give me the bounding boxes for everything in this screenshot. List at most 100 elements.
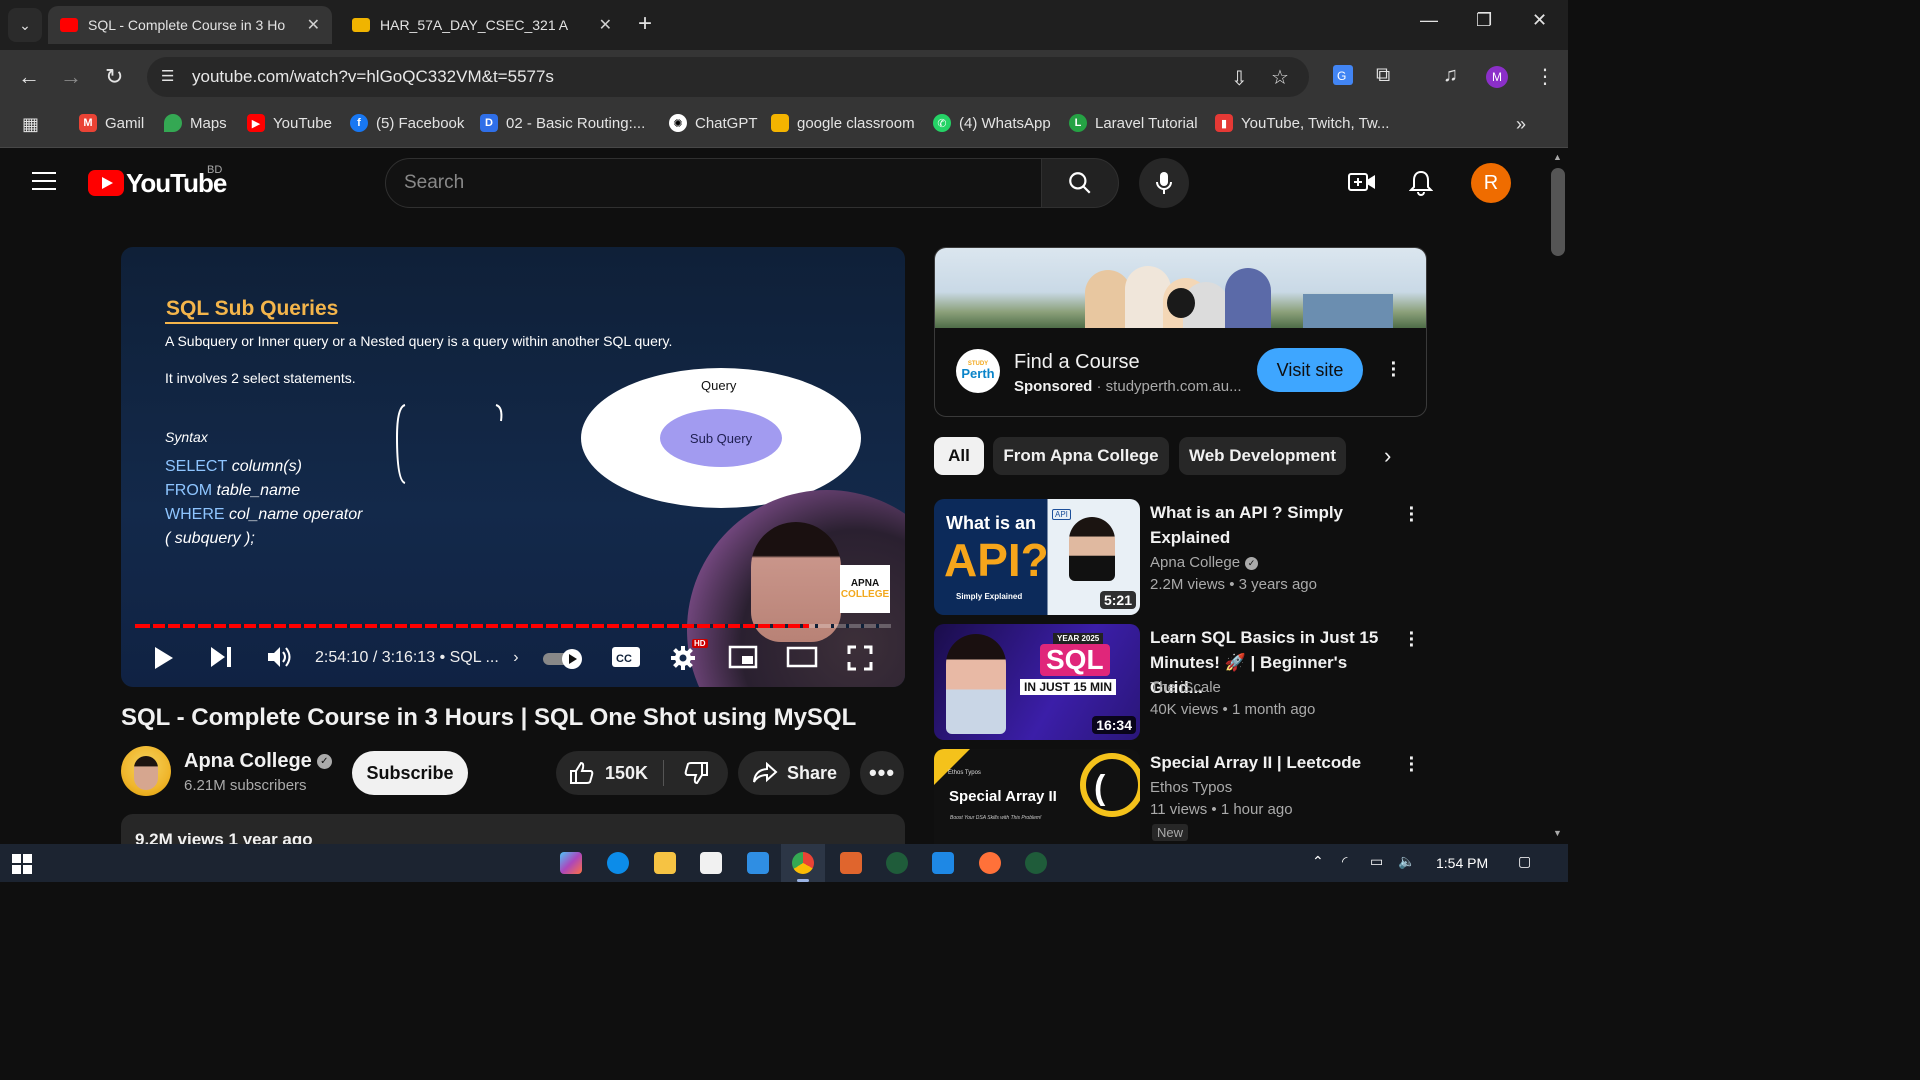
rec-channel[interactable]: The iScale bbox=[1150, 679, 1221, 696]
chrome-menu-icon[interactable]: ⋮ bbox=[1535, 64, 1555, 89]
recommendation-item[interactable]: Ethos Typos Special Array II Boost Your … bbox=[934, 749, 1434, 844]
subscribe-button[interactable]: Subscribe bbox=[352, 751, 468, 795]
copilot-icon[interactable] bbox=[560, 852, 582, 874]
close-tab-icon[interactable]: ✕ bbox=[307, 15, 320, 35]
recommendation-item[interactable]: What is an API? Simply Explained API 5:2… bbox=[934, 499, 1434, 615]
address-bar[interactable]: ☰ youtube.com/watch?v=hlGoQC332VM&t=5577… bbox=[147, 57, 1309, 97]
rec-menu-icon[interactable]: · · · bbox=[1408, 499, 1416, 531]
apps-grid-icon[interactable]: ▦ bbox=[22, 114, 39, 135]
dislike-button[interactable] bbox=[664, 751, 728, 795]
minimize-icon[interactable]: — bbox=[1420, 10, 1438, 31]
video-thumbnail[interactable]: What is an API? Simply Explained API 5:2… bbox=[934, 499, 1140, 615]
bookmark-facebook[interactable]: f (5) Facebook bbox=[350, 114, 464, 132]
captions-button[interactable]: CC bbox=[611, 645, 641, 669]
autoplay-toggle[interactable] bbox=[542, 648, 586, 670]
page-scrollbar[interactable]: ▲ ▼ bbox=[1548, 148, 1568, 844]
channel-avatar[interactable] bbox=[121, 746, 171, 796]
visit-site-button[interactable]: Visit site bbox=[1257, 348, 1363, 392]
extensions-icon[interactable]: ⧉ bbox=[1376, 64, 1390, 87]
progress-bar[interactable] bbox=[135, 624, 891, 628]
hs-app-2-icon[interactable] bbox=[1025, 852, 1047, 874]
chip-all[interactable]: All bbox=[934, 437, 984, 475]
bookmark-chatgpt[interactable]: ✺ ChatGPT bbox=[669, 114, 758, 132]
play-button[interactable] bbox=[151, 645, 175, 671]
close-tab-icon[interactable]: ✕ bbox=[599, 15, 612, 35]
chip-from-apna-college[interactable]: From Apna College bbox=[993, 437, 1169, 475]
bookmark-classroom[interactable]: google classroom bbox=[771, 114, 915, 132]
rec-title[interactable]: Special Array II | Leetcode bbox=[1150, 750, 1400, 775]
firefox-icon[interactable] bbox=[979, 852, 1001, 874]
install-app-icon[interactable]: ⇩ bbox=[1231, 66, 1248, 91]
rec-title[interactable]: What is an API ? Simply Explained bbox=[1150, 500, 1400, 550]
volume-button[interactable] bbox=[266, 645, 292, 669]
voice-search-button[interactable] bbox=[1139, 158, 1189, 208]
bookmark-gmail[interactable]: M Gamil bbox=[79, 114, 144, 132]
wifi-icon[interactable]: ◜ bbox=[1342, 853, 1347, 870]
notification-center-icon[interactable]: ▢ bbox=[1518, 853, 1531, 870]
forward-icon[interactable]: → bbox=[60, 64, 82, 90]
bookmark-basic-routing[interactable]: D 02 - Basic Routing:... bbox=[480, 114, 645, 132]
reload-icon[interactable]: ↻ bbox=[105, 64, 123, 90]
bookmark-youtube-twitch[interactable]: ▮ YouTube, Twitch, Tw... bbox=[1215, 114, 1389, 132]
url-text[interactable]: youtube.com/watch?v=hlGoQC332VM&t=5577s bbox=[192, 67, 554, 87]
bookmark-laravel[interactable]: L Laravel Tutorial bbox=[1069, 114, 1198, 132]
sublime-like-icon[interactable] bbox=[840, 852, 862, 874]
rec-channel[interactable]: Apna College ✓ bbox=[1150, 554, 1259, 571]
rec-menu-icon[interactable]: · · · bbox=[1408, 624, 1416, 656]
file-explorer-icon[interactable] bbox=[654, 852, 676, 874]
next-button[interactable] bbox=[209, 645, 233, 669]
bookmark-star-icon[interactable]: ☆ bbox=[1271, 65, 1289, 90]
windows-start-icon[interactable] bbox=[12, 854, 32, 879]
settings-button[interactable] bbox=[670, 645, 696, 671]
google-translate-icon[interactable]: G bbox=[1332, 64, 1354, 92]
share-button[interactable]: Share bbox=[738, 751, 850, 795]
fullscreen-button[interactable] bbox=[847, 645, 873, 671]
bookmark-whatsapp[interactable]: ✆ (4) WhatsApp bbox=[933, 114, 1051, 132]
video-player[interactable]: SQL Sub Queries A Subquery or Inner quer… bbox=[121, 247, 905, 687]
youtube-logo-icon[interactable] bbox=[88, 170, 124, 196]
more-actions-button[interactable]: ••• bbox=[860, 751, 904, 795]
chips-next-chevron-icon[interactable]: › bbox=[1384, 443, 1391, 469]
miniplayer-button[interactable] bbox=[728, 645, 758, 669]
search-button[interactable] bbox=[1041, 158, 1119, 208]
create-video-icon[interactable] bbox=[1348, 170, 1376, 199]
microsoft-store-icon[interactable] bbox=[700, 852, 722, 874]
scrollbar-thumb[interactable] bbox=[1551, 168, 1565, 256]
recommendation-item[interactable]: YEAR 2025 SQL IN JUST 15 MIN 16:34 Learn… bbox=[934, 624, 1434, 740]
video-thumbnail[interactable]: Ethos Typos Special Array II Boost Your … bbox=[934, 749, 1140, 844]
new-tab-icon[interactable]: + bbox=[638, 10, 652, 38]
edge-icon[interactable] bbox=[607, 852, 629, 874]
bookmark-maps[interactable]: Maps bbox=[164, 114, 227, 132]
close-window-icon[interactable]: ✕ bbox=[1532, 10, 1547, 31]
battery-icon[interactable]: ▭ bbox=[1370, 853, 1383, 870]
account-avatar[interactable]: R bbox=[1471, 163, 1511, 203]
site-settings-icon[interactable]: ☰ bbox=[161, 67, 181, 87]
chrome-taskbar-button[interactable] bbox=[781, 844, 825, 882]
ad-menu-icon[interactable]: · · · bbox=[1390, 354, 1398, 386]
channel-name[interactable]: Apna College ✓ bbox=[184, 750, 332, 773]
guide-menu-icon[interactable] bbox=[32, 172, 56, 190]
media-controls-icon[interactable]: ♫ bbox=[1443, 64, 1458, 87]
ad-title[interactable]: Find a Course bbox=[1014, 351, 1140, 374]
tab-search-button[interactable]: ⌄ bbox=[8, 8, 42, 42]
sponsored-ad-card[interactable]: STUDY Perth Find a Course Sponsored · st… bbox=[934, 247, 1427, 417]
bookmarks-overflow-icon[interactable]: » bbox=[1516, 114, 1526, 135]
mail-icon[interactable] bbox=[747, 852, 769, 874]
profile-avatar[interactable]: M bbox=[1486, 66, 1508, 88]
video-thumbnail[interactable]: YEAR 2025 SQL IN JUST 15 MIN 16:34 bbox=[934, 624, 1140, 740]
restore-icon[interactable]: ❐ bbox=[1476, 10, 1492, 31]
bookmark-youtube[interactable]: ▶ YouTube bbox=[247, 114, 332, 132]
theater-mode-button[interactable] bbox=[786, 645, 818, 669]
tab-inactive[interactable]: HAR_57A_DAY_CSEC_321 A ✕ bbox=[340, 6, 624, 44]
chapter-title[interactable]: • SQL ... bbox=[440, 649, 499, 666]
tray-chevron-icon[interactable]: ⌃ bbox=[1312, 853, 1324, 870]
scroll-up-icon[interactable]: ▲ bbox=[1553, 152, 1562, 162]
search-box[interactable] bbox=[385, 158, 1042, 208]
tab-active[interactable]: SQL - Complete Course in 3 Ho ✕ bbox=[48, 6, 332, 44]
scroll-down-icon[interactable]: ▼ bbox=[1553, 828, 1562, 838]
notifications-bell-icon[interactable] bbox=[1408, 170, 1434, 201]
clock[interactable]: 1:54 PM bbox=[1436, 855, 1488, 871]
speaker-icon[interactable]: 🔈 bbox=[1398, 853, 1415, 870]
chip-web-development[interactable]: Web Development bbox=[1179, 437, 1346, 475]
rec-channel[interactable]: Ethos Typos bbox=[1150, 779, 1232, 796]
